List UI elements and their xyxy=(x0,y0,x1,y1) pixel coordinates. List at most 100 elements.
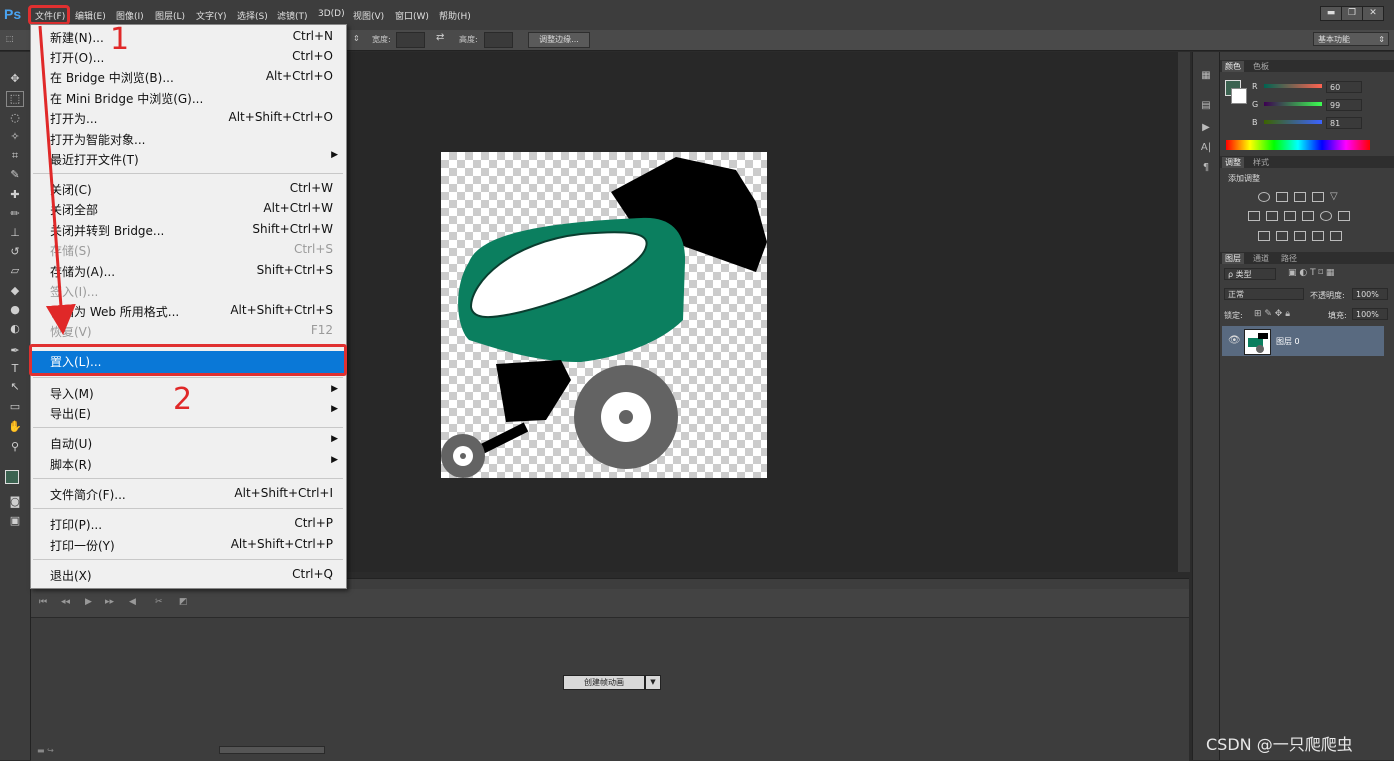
g-value-field[interactable]: 99 xyxy=(1326,99,1362,111)
photo-filter-icon[interactable] xyxy=(1302,211,1314,221)
menu-select[interactable]: 选择(S) xyxy=(237,9,268,22)
document-canvas[interactable] xyxy=(441,152,767,478)
tab-adjustments[interactable]: 调整 xyxy=(1222,157,1244,168)
timeline-footer-icons[interactable]: ▬ ↪ xyxy=(37,746,54,755)
menu-type[interactable]: 文字(Y) xyxy=(196,9,227,22)
history-panel-icon[interactable]: ▦ xyxy=(1199,70,1213,82)
gradient-map-icon[interactable] xyxy=(1312,231,1324,241)
marquee-options-icon[interactable]: ⬚ xyxy=(6,34,14,43)
clone-stamp-icon[interactable]: ⊥ xyxy=(7,226,23,240)
vibrance-icon[interactable]: ▽ xyxy=(1330,192,1342,202)
color-balance-icon[interactable] xyxy=(1266,211,1278,221)
width-input[interactable] xyxy=(396,32,425,48)
healing-brush-icon[interactable]: ✚ xyxy=(7,188,23,202)
audio-icon[interactable]: ◀ xyxy=(129,597,136,607)
menu-item-scripts[interactable]: 脚本(R) ▶ xyxy=(31,454,346,474)
eyedropper-icon[interactable]: ✎ xyxy=(7,168,23,182)
channel-mixer-icon[interactable] xyxy=(1320,211,1332,221)
height-input[interactable] xyxy=(484,32,513,48)
menu-help[interactable]: 帮助(H) xyxy=(439,9,471,22)
lock-icons[interactable]: ⊞ ✎ ✥ 🔒︎ xyxy=(1254,309,1290,319)
menu-window[interactable]: 窗口(W) xyxy=(395,9,429,22)
selective-color-icon[interactable] xyxy=(1330,231,1342,241)
transition-icon[interactable]: ◩ xyxy=(179,597,188,607)
exposure-icon[interactable] xyxy=(1312,192,1324,202)
screen-mode-icon[interactable]: ▣ xyxy=(7,514,23,528)
r-value-field[interactable]: 60 xyxy=(1326,81,1362,93)
lasso-tool-icon[interactable]: ◌ xyxy=(7,111,23,125)
workspace-select[interactable]: 基本功能 ⇕ xyxy=(1313,32,1389,46)
path-selection-icon[interactable]: ↖ xyxy=(7,380,23,394)
scissors-icon[interactable]: ✂ xyxy=(155,597,163,607)
restore-button[interactable]: ❐ xyxy=(1341,6,1363,21)
menu-item-print[interactable]: 打印(P)... Ctrl+P xyxy=(31,514,346,534)
tab-channels[interactable]: 通道 xyxy=(1250,253,1272,264)
menu-layer[interactable]: 图层(L) xyxy=(155,9,185,22)
magic-wand-icon[interactable]: ✧ xyxy=(7,130,23,144)
close-button[interactable]: ✕ xyxy=(1362,6,1384,21)
dodge-tool-icon[interactable]: ◐ xyxy=(7,322,23,336)
create-frame-animation-button[interactable]: 创建帧动画 xyxy=(563,675,645,690)
menu-item-exit[interactable]: 退出(X) Ctrl+Q xyxy=(31,565,346,585)
play-icon[interactable]: ▶ xyxy=(85,597,92,607)
tab-layers[interactable]: 图层 xyxy=(1222,253,1244,264)
menu-item-file-info[interactable]: 文件简介(F)... Alt+Shift+Ctrl+I xyxy=(31,484,346,504)
color-lookup-icon[interactable] xyxy=(1338,211,1350,221)
tab-swatches[interactable]: 色板 xyxy=(1250,61,1272,72)
menu-image[interactable]: 图像(I) xyxy=(116,9,144,22)
menu-item-automate[interactable]: 自动(U) ▶ xyxy=(31,433,346,453)
layer-filter-icons[interactable]: ▣ ◐ T ⌑ ▦ xyxy=(1288,268,1334,278)
prev-frame-icon[interactable]: ◂◂ xyxy=(61,597,70,607)
character-panel-icon[interactable]: A| xyxy=(1199,142,1213,154)
blend-mode-select[interactable]: 正常 xyxy=(1224,288,1304,300)
brightness-icon[interactable] xyxy=(1258,192,1270,202)
layer-name[interactable]: 图层 0 xyxy=(1276,336,1300,347)
menu-3d[interactable]: 3D(D) xyxy=(318,9,345,19)
marquee-tool-icon[interactable]: ⬚ xyxy=(6,91,24,107)
tab-paths[interactable]: 路径 xyxy=(1278,253,1300,264)
eraser-icon[interactable]: ▱ xyxy=(7,264,23,278)
actions-panel-icon[interactable]: ▶ xyxy=(1199,122,1213,134)
shape-tool-icon[interactable]: ▭ xyxy=(7,400,23,414)
posterize-icon[interactable] xyxy=(1276,231,1288,241)
refine-edge-button[interactable]: 调整边缘... xyxy=(528,32,590,48)
fill-field[interactable]: 100% xyxy=(1352,308,1388,320)
next-frame-icon[interactable]: ▸▸ xyxy=(105,597,114,607)
b-slider[interactable] xyxy=(1264,120,1322,124)
timeline-zoom-slider[interactable] xyxy=(219,746,325,754)
tab-color[interactable]: 颜色 xyxy=(1222,61,1244,72)
background-color-chip[interactable] xyxy=(1231,88,1247,104)
curves-icon[interactable] xyxy=(1294,192,1306,202)
menu-item-print-one-copy[interactable]: 打印一份(Y) Alt+Shift+Ctrl+P xyxy=(31,535,346,555)
move-tool-icon[interactable]: ✥ xyxy=(7,72,23,86)
levels-icon[interactable] xyxy=(1276,192,1288,202)
chevron-down-icon[interactable]: ▼ xyxy=(645,675,661,690)
crop-tool-icon[interactable]: ⌗ xyxy=(7,149,23,163)
tab-styles[interactable]: 样式 xyxy=(1250,157,1272,168)
threshold-icon[interactable] xyxy=(1294,231,1306,241)
menu-edit[interactable]: 编辑(E) xyxy=(75,9,106,22)
layer-filter-select[interactable]: ρ 类型 xyxy=(1224,268,1276,280)
r-slider[interactable] xyxy=(1264,84,1322,88)
invert-icon[interactable] xyxy=(1258,231,1270,241)
quick-mask-icon[interactable]: ◙ xyxy=(7,495,23,509)
swap-icon[interactable]: ⇄ xyxy=(436,32,444,43)
g-slider[interactable] xyxy=(1264,102,1322,106)
properties-panel-icon[interactable]: ▤ xyxy=(1199,100,1213,112)
vertical-scrollbar[interactable] xyxy=(1178,52,1190,572)
menu-filter[interactable]: 滤镜(T) xyxy=(277,9,308,22)
menu-view[interactable]: 视图(V) xyxy=(353,9,384,22)
eye-icon[interactable]: 👁︎ xyxy=(1228,335,1241,346)
first-frame-icon[interactable]: ⏮ xyxy=(39,597,47,607)
paragraph-panel-icon[interactable]: ¶ xyxy=(1199,162,1213,174)
brush-tool-icon[interactable]: ✏ xyxy=(7,207,23,221)
history-brush-icon[interactable]: ↺ xyxy=(7,245,23,259)
b-value-field[interactable]: 81 xyxy=(1326,117,1362,129)
layer-row[interactable]: 👁︎ 图层 0 xyxy=(1222,326,1384,356)
paint-bucket-icon[interactable]: ◆ xyxy=(7,284,23,298)
foreground-color-swatch[interactable] xyxy=(5,470,19,484)
opacity-field[interactable]: 100% xyxy=(1352,288,1388,300)
pen-tool-icon[interactable]: ✒ xyxy=(7,344,23,358)
hand-tool-icon[interactable]: ✋ xyxy=(7,420,23,434)
type-tool-icon[interactable]: T xyxy=(7,362,23,376)
